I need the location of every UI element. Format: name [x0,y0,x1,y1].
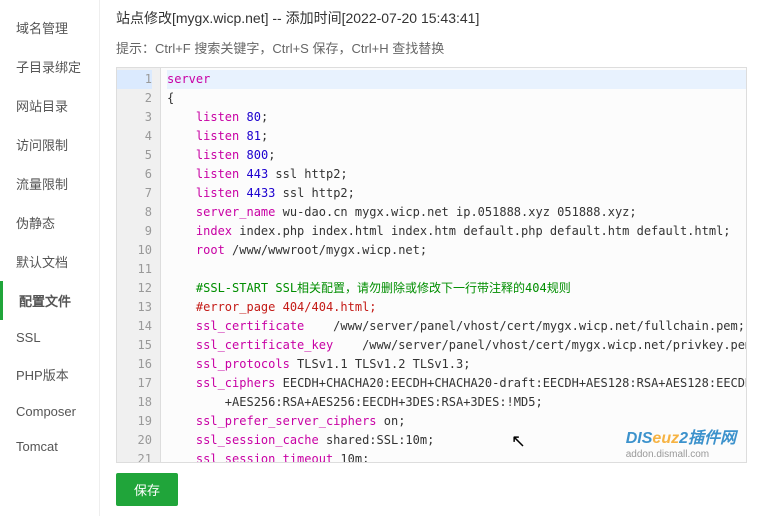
code-line[interactable]: server [167,70,746,89]
code-content[interactable]: server{ listen 80; listen 81; listen 800… [161,68,746,462]
code-editor[interactable]: 123456789101112131415161718192021 server… [116,67,747,463]
sidebar-item-4[interactable]: 流量限制 [0,164,99,203]
code-line[interactable]: listen 80; [167,108,746,127]
code-line[interactable]: #error_page 404/404.html; [167,298,746,317]
code-line[interactable]: ssl_certificate_key /www/server/panel/vh… [167,336,746,355]
sidebar-item-1[interactable]: 子目录绑定 [0,47,99,86]
code-line[interactable]: { [167,89,746,108]
code-line[interactable]: ssl_session_cache shared:SSL:10m; [167,431,746,450]
code-line[interactable]: listen 4433 ssl http2; [167,184,746,203]
code-line[interactable]: ssl_prefer_server_ciphers on; [167,412,746,431]
code-line[interactable]: ssl_certificate /www/server/panel/vhost/… [167,317,746,336]
code-line[interactable]: ssl_protocols TLSv1.1 TLSv1.2 TLSv1.3; [167,355,746,374]
sidebar-item-7[interactable]: 配置文件 [0,281,99,320]
sidebar-item-8[interactable]: SSL [0,320,99,355]
code-line[interactable]: listen 81; [167,127,746,146]
sidebar-item-5[interactable]: 伪静态 [0,203,99,242]
code-line[interactable]: #SSL-START SSL相关配置，请勿删除或修改下一行带注释的404规则 [167,279,746,298]
sidebar-item-10[interactable]: Composer [0,394,99,429]
hint-text: 提示：Ctrl+F 搜索关键字，Ctrl+S 保存，Ctrl+H 查找替换 [100,38,763,67]
code-line[interactable] [167,260,746,279]
code-line[interactable]: ssl_session_timeout 10m; [167,450,746,462]
sidebar: 域名管理子目录绑定网站目录访问限制流量限制伪静态默认文档配置文件SSLPHP版本… [0,0,100,516]
code-line[interactable]: listen 800; [167,146,746,165]
code-line[interactable]: +AES256:RSA+AES256:EECDH+3DES:RSA+3DES:!… [167,393,746,412]
line-gutter: 123456789101112131415161718192021 [117,68,161,462]
sidebar-item-9[interactable]: PHP版本 [0,355,99,394]
code-line[interactable]: listen 443 ssl http2; [167,165,746,184]
code-line[interactable]: root /www/wwwroot/mygx.wicp.net; [167,241,746,260]
sidebar-item-3[interactable]: 访问限制 [0,125,99,164]
sidebar-item-0[interactable]: 域名管理 [0,8,99,47]
sidebar-item-2[interactable]: 网站目录 [0,86,99,125]
save-button[interactable]: 保存 [116,473,178,506]
sidebar-item-11[interactable]: Tomcat [0,429,99,464]
page-title: 站点修改[mygx.wicp.net] -- 添加时间[2022-07-20 1… [100,0,763,38]
sidebar-item-6[interactable]: 默认文档 [0,242,99,281]
code-line[interactable]: server_name wu-dao.cn mygx.wicp.net ip.0… [167,203,746,222]
code-line[interactable]: index index.php index.html index.htm def… [167,222,746,241]
code-line[interactable]: ssl_ciphers EECDH+CHACHA20:EECDH+CHACHA2… [167,374,746,393]
